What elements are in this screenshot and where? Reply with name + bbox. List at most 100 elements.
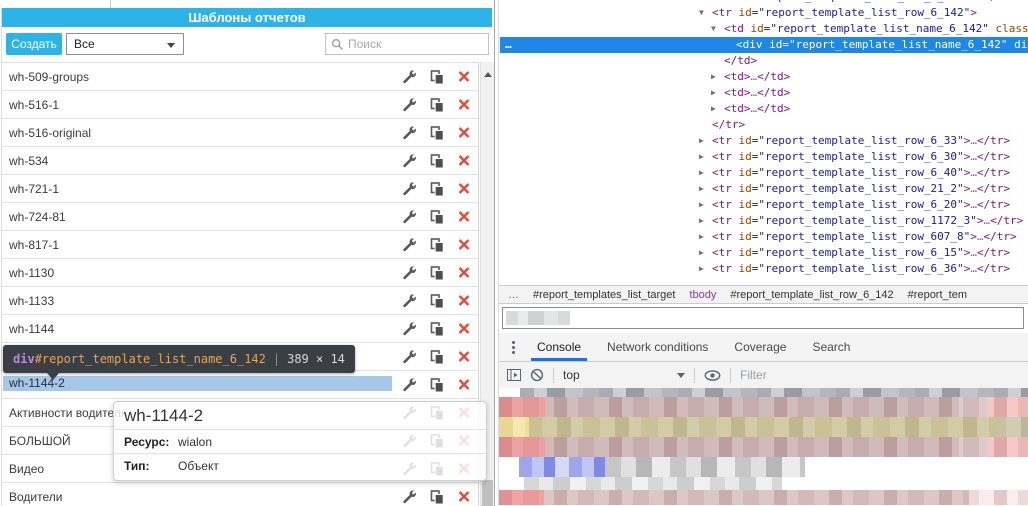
copy-icon[interactable] xyxy=(429,293,444,308)
dom-tree-node[interactable]: ▶<tr id="report_template_list_row_21_2">… xyxy=(500,181,1028,197)
dom-tree-node[interactable]: ▶<tr id="report_template_list_row_6_36">… xyxy=(500,261,1028,277)
wrench-icon[interactable] xyxy=(402,265,417,280)
more-tabs-icon[interactable] xyxy=(504,341,522,354)
dom-tree-node[interactable]: ▶<tr id="report_template_list_row_6_20">… xyxy=(500,197,1028,213)
dom-tree-node[interactable]: ▼<td id="report_template_list_name_6_142… xyxy=(500,21,1028,37)
copy-icon[interactable] xyxy=(429,265,444,280)
template-row[interactable]: wh-534 xyxy=(2,147,478,175)
delete-icon[interactable] xyxy=(456,209,471,224)
breadcrumb-item[interactable]: #report_templates_list_target xyxy=(533,289,675,301)
template-row[interactable]: wh-1130 xyxy=(2,259,478,287)
dom-tree-node[interactable]: ▶<tr id="report_template_list_row_6_15">… xyxy=(500,245,1028,261)
live-expression-eye-icon[interactable] xyxy=(704,370,721,381)
dom-tree-node[interactable]: ▶<tr id="report_template_list_row_1172_3… xyxy=(500,213,1028,229)
console-filter-input[interactable]: Filter xyxy=(740,368,767,382)
copy-icon[interactable] xyxy=(429,321,444,336)
delete-icon[interactable] xyxy=(456,377,471,392)
copy-icon[interactable] xyxy=(429,125,444,140)
delete-icon[interactable] xyxy=(456,321,471,336)
breadcrumb-item[interactable]: #report_template_list_row_6_142 xyxy=(730,289,893,301)
delete-icon[interactable] xyxy=(456,69,471,84)
scrollbar-thumb[interactable] xyxy=(482,480,493,506)
scroll-up-icon[interactable] xyxy=(484,68,492,77)
template-row[interactable]: wh-1133 xyxy=(2,287,478,315)
tab-console[interactable]: Console xyxy=(524,333,594,361)
template-row[interactable]: wh-509-groups xyxy=(2,63,478,91)
template-row[interactable]: wh-1144-2 xyxy=(2,371,478,399)
expand-closed-icon[interactable]: ▶ xyxy=(699,245,704,261)
delete-icon[interactable] xyxy=(456,153,471,168)
wrench-icon[interactable] xyxy=(402,153,417,168)
breadcrumb-item[interactable]: #report_tem xyxy=(908,289,967,301)
delete-icon[interactable] xyxy=(456,237,471,252)
template-row[interactable]: wh-516-original xyxy=(2,119,478,147)
expand-open-icon[interactable]: ▼ xyxy=(711,21,716,37)
delete-icon[interactable] xyxy=(456,97,471,112)
template-row[interactable]: wh-516-1 xyxy=(2,91,478,119)
breadcrumb-item[interactable]: … xyxy=(508,289,519,301)
expand-closed-icon[interactable]: ▶ xyxy=(711,101,716,117)
wrench-icon[interactable] xyxy=(402,237,417,252)
wrench-icon[interactable] xyxy=(402,125,417,140)
expand-closed-icon[interactable]: ▶ xyxy=(699,181,704,197)
expand-closed-icon[interactable]: ▶ xyxy=(699,149,704,165)
expand-closed-icon[interactable]: ▶ xyxy=(711,69,716,85)
tab-search[interactable]: Search xyxy=(799,333,863,361)
dom-tree-node[interactable]: ▶<td>…</td> xyxy=(500,101,1028,117)
tab-coverage[interactable]: Coverage xyxy=(721,333,799,361)
copy-icon[interactable] xyxy=(429,181,444,196)
tab-network-conditions[interactable]: Network conditions xyxy=(594,333,721,361)
copy-icon[interactable] xyxy=(429,489,444,504)
delete-icon[interactable] xyxy=(456,125,471,140)
search-input[interactable]: Поиск xyxy=(325,33,489,55)
wrench-icon[interactable] xyxy=(402,97,417,112)
clear-console-icon[interactable] xyxy=(530,368,544,382)
dom-tree-node[interactable]: </tr> xyxy=(500,117,1028,133)
wrench-icon[interactable] xyxy=(402,489,417,504)
copy-icon[interactable] xyxy=(429,237,444,252)
wrench-icon[interactable] xyxy=(402,181,417,196)
dom-tree-node[interactable]: ▼<tr id="report_template_list_row_6_142"… xyxy=(500,5,1028,21)
dom-tree-node[interactable]: ▶<tr id="report_template_list_row_607_8"… xyxy=(500,229,1028,245)
dom-tree-node[interactable]: ▶<td>…</td> xyxy=(500,69,1028,85)
expand-open-icon[interactable]: ▼ xyxy=(699,5,704,21)
copy-icon[interactable] xyxy=(429,69,444,84)
find-input[interactable] xyxy=(502,307,1024,329)
dom-tree-node[interactable]: ▶<tr id="report_template_list_row_6_33">… xyxy=(500,133,1028,149)
wrench-icon[interactable] xyxy=(402,293,417,308)
wrench-icon[interactable] xyxy=(402,321,417,336)
delete-icon[interactable] xyxy=(456,181,471,196)
copy-icon[interactable] xyxy=(429,97,444,112)
type-filter-select[interactable]: Все xyxy=(66,33,184,55)
expand-closed-icon[interactable]: ▶ xyxy=(699,213,704,229)
template-row[interactable]: wh-721-1 xyxy=(2,175,478,203)
expand-closed-icon[interactable]: ▶ xyxy=(699,133,704,149)
overflow-icon[interactable]: … xyxy=(505,37,513,53)
template-row[interactable]: wh-1144 xyxy=(2,315,478,343)
template-row[interactable]: wh-724-81 xyxy=(2,203,478,231)
dom-tree-node[interactable]: ▶<td>…</td> xyxy=(500,85,1028,101)
wrench-icon[interactable] xyxy=(402,69,417,84)
wrench-icon[interactable] xyxy=(402,377,417,392)
delete-icon[interactable] xyxy=(456,349,471,364)
copy-icon[interactable] xyxy=(429,153,444,168)
delete-icon[interactable] xyxy=(456,293,471,308)
expand-closed-icon[interactable]: ▶ xyxy=(699,197,704,213)
copy-icon[interactable] xyxy=(429,377,444,392)
breadcrumb-item[interactable]: tbody xyxy=(689,289,716,301)
create-button[interactable]: Создать xyxy=(6,33,62,55)
wrench-icon[interactable] xyxy=(402,349,417,364)
delete-icon[interactable] xyxy=(456,265,471,280)
expand-closed-icon[interactable]: ▶ xyxy=(699,229,704,245)
copy-icon[interactable] xyxy=(429,209,444,224)
dom-tree-node[interactable]: ▶<tr id="report_template_list_row_6_40">… xyxy=(500,165,1028,181)
template-row[interactable]: wh-817-1 xyxy=(2,231,478,259)
wrench-icon[interactable] xyxy=(402,209,417,224)
template-row[interactable]: Водители xyxy=(2,483,478,506)
dom-tree-node[interactable]: ▶<tr id="report_template_list_row_6_30">… xyxy=(500,149,1028,165)
expand-closed-icon[interactable]: ▶ xyxy=(711,85,716,101)
copy-icon[interactable] xyxy=(429,349,444,364)
expand-closed-icon[interactable]: ▶ xyxy=(699,261,704,277)
delete-icon[interactable] xyxy=(456,489,471,504)
javascript-context-select[interactable]: top xyxy=(563,368,685,382)
